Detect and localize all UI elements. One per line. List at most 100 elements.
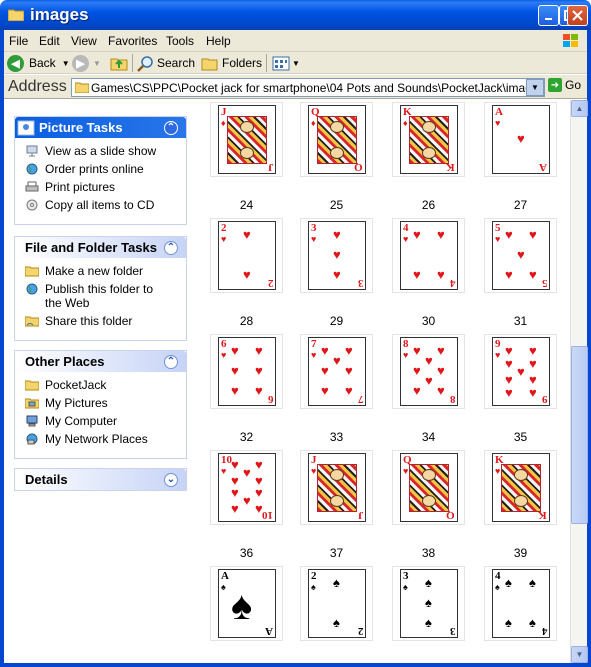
file-folder-tasks-header[interactable]: File and Folder Tasks ⌃ bbox=[15, 237, 186, 258]
thumbnail-item[interactable]: 4 ♠ 4 ♠ ♠ ♠ ♠ bbox=[484, 566, 557, 641]
thumbnail-item[interactable]: K ♦ K bbox=[392, 102, 465, 177]
search-button[interactable]: Search bbox=[137, 54, 195, 72]
menu-help[interactable]: Help bbox=[206, 34, 231, 48]
thumbnail-label[interactable]: 35 bbox=[484, 430, 557, 444]
card-rank: J bbox=[357, 509, 364, 521]
task-order-prints[interactable]: Order prints online bbox=[25, 162, 186, 176]
thumbnail-item[interactable]: 10 ♥ 10 ♥ ♥ ♥ ♥ ♥ ♥ ♥ ♥ ♥ ♥ bbox=[210, 450, 283, 525]
card-suit: ♥ bbox=[403, 466, 409, 476]
thumbnail-label[interactable]: 33 bbox=[300, 430, 373, 444]
task-make-new-folder[interactable]: Make a new folder bbox=[25, 264, 186, 278]
thumbnail-item[interactable]: 7 ♥ 7 ♥ ♥ ♥ ♥ ♥ ♥ ♥ bbox=[300, 334, 373, 409]
thumbnail-item[interactable]: 6 ♥ 6 ♥ ♥ ♥ ♥ ♥ ♥ bbox=[210, 334, 283, 409]
menu-edit[interactable]: Edit bbox=[39, 34, 60, 48]
card-pip: ♥ bbox=[505, 267, 513, 282]
place-my-pictures[interactable]: My Pictures bbox=[25, 396, 186, 410]
forward-button[interactable]: ▶ ▼ bbox=[72, 54, 101, 72]
thumbnail-item[interactable]: A ♥ A ♥ bbox=[484, 102, 557, 177]
card-rank: 3 bbox=[311, 222, 317, 234]
thumbnail-item[interactable]: Q ♥ Q bbox=[392, 450, 465, 525]
thumbnail-label[interactable]: 38 bbox=[392, 546, 465, 560]
face-head bbox=[330, 147, 344, 159]
thumbnail-label[interactable]: 27 bbox=[484, 198, 557, 212]
expand-icon[interactable]: ⌄ bbox=[164, 472, 178, 487]
place-my-network-places[interactable]: My Network Places bbox=[25, 432, 186, 446]
thumbnail-item[interactable]: 4 ♥ 4 ♥ ♥ ♥ ♥ bbox=[392, 218, 465, 293]
thumbnail-label[interactable]: 31 bbox=[484, 314, 557, 328]
title-bar[interactable]: images bbox=[0, 0, 591, 30]
globe-icon bbox=[26, 283, 38, 295]
thumbnail-item[interactable]: 2 ♠ 2 ♠ ♠ bbox=[300, 566, 373, 641]
card-pip: ♥ bbox=[437, 383, 445, 398]
task-copy-to-cd[interactable]: Copy all items to CD bbox=[25, 198, 186, 212]
card-pip: ♥ bbox=[243, 227, 251, 242]
card-pip: ♥ bbox=[437, 227, 445, 242]
task-share-folder[interactable]: Share this folder bbox=[25, 314, 186, 328]
task-print-pictures[interactable]: Print pictures bbox=[25, 180, 186, 194]
menu-tools[interactable]: Tools bbox=[166, 34, 194, 48]
card-pip: ♥ bbox=[321, 343, 329, 358]
menu-file[interactable]: File bbox=[9, 34, 28, 48]
back-button[interactable]: ◀ Back ▼ bbox=[7, 54, 70, 72]
other-places-header[interactable]: Other Places ⌃ bbox=[15, 351, 186, 372]
my-pictures-icon bbox=[25, 398, 39, 409]
address-dropdown-button[interactable]: ▼ bbox=[526, 79, 544, 96]
window-title: images bbox=[30, 5, 89, 24]
vertical-scrollbar[interactable]: ▲ ▼ bbox=[570, 100, 588, 663]
task-publish-folder[interactable]: Publish this folder to the Web bbox=[25, 282, 186, 310]
close-button[interactable] bbox=[567, 5, 588, 26]
thumbnail-label[interactable]: 25 bbox=[300, 198, 373, 212]
thumbnail-item[interactable]: 3 ♠ 3 ♠ ♠ ♠ bbox=[392, 566, 465, 641]
folder-icon bbox=[25, 380, 39, 391]
card-pip: ♥ bbox=[413, 383, 421, 398]
up-folder-button[interactable] bbox=[110, 54, 128, 72]
thumbnail-item[interactable]: Q ♦ Q bbox=[300, 102, 373, 177]
menu-favorites[interactable]: Favorites bbox=[108, 34, 157, 48]
thumbnail-label[interactable]: 30 bbox=[392, 314, 465, 328]
menu-view[interactable]: View bbox=[71, 34, 97, 48]
scroll-up-button[interactable]: ▲ bbox=[571, 100, 588, 117]
card-image: 4 ♠ 4 ♠ ♠ ♠ ♠ bbox=[492, 569, 550, 638]
collapse-icon[interactable]: ⌃ bbox=[164, 354, 178, 369]
thumbnail-item[interactable]: 5 ♥ 5 ♥ ♥ ♥ ♥ ♥ bbox=[484, 218, 557, 293]
thumbnail-label[interactable]: 24 bbox=[210, 198, 283, 212]
picture-tasks-header[interactable]: Picture Tasks ⌃ bbox=[15, 117, 186, 138]
thumbnail-item[interactable]: K ♥ K bbox=[484, 450, 557, 525]
details-header[interactable]: Details ⌄ bbox=[15, 469, 186, 490]
thumbnail-item[interactable]: 9 ♥ 9 ♥ ♥ ♥ ♥ ♥ ♥ ♥ ♥ ♥ bbox=[484, 334, 557, 409]
card-suit: ♥ bbox=[403, 350, 409, 360]
go-button[interactable]: ➜ Go bbox=[548, 78, 581, 92]
place-my-computer[interactable]: My Computer bbox=[25, 414, 186, 428]
card-rank: 3 bbox=[403, 570, 409, 582]
minimize-button[interactable] bbox=[538, 5, 559, 26]
thumbnail-item[interactable]: 3 ♥ 3 ♥ ♥ ♥ bbox=[300, 218, 373, 293]
scroll-thumb[interactable] bbox=[571, 346, 588, 524]
collapse-icon[interactable]: ⌃ bbox=[164, 120, 178, 135]
collapse-icon[interactable]: ⌃ bbox=[164, 240, 178, 255]
thumbnail-label[interactable]: 32 bbox=[210, 430, 283, 444]
face-card-art bbox=[227, 116, 267, 164]
thumbnail-item[interactable]: 2 ♥ 2 ♥ ♥ bbox=[210, 218, 283, 293]
thumbnail-item[interactable]: J ♦ J bbox=[210, 102, 283, 177]
scroll-down-button[interactable]: ▼ bbox=[571, 646, 588, 663]
thumbnail-label[interactable]: 37 bbox=[300, 546, 373, 560]
back-dropdown-icon[interactable]: ▼ bbox=[62, 59, 70, 68]
thumbnail-item[interactable]: 8 ♥ 8 ♥ ♥ ♥ ♥ ♥ ♥ ♥ ♥ bbox=[392, 334, 465, 409]
thumbnail-label[interactable]: 29 bbox=[300, 314, 373, 328]
forward-dropdown-icon[interactable]: ▼ bbox=[93, 59, 101, 68]
thumbnail-label[interactable]: 26 bbox=[392, 198, 465, 212]
thumbnail-label[interactable]: 28 bbox=[210, 314, 283, 328]
card-rank: 3 bbox=[357, 277, 364, 289]
thumbnail-label[interactable]: 39 bbox=[484, 546, 557, 560]
address-input[interactable]: Games\CS\PPC\Pocket jack for smartphone\… bbox=[71, 78, 545, 97]
face-card-art bbox=[409, 116, 449, 164]
thumbnail-item[interactable]: J ♥ J bbox=[300, 450, 373, 525]
thumbnail-label[interactable]: 34 bbox=[392, 430, 465, 444]
thumbnail-item[interactable]: A ♠ A ♠ bbox=[210, 566, 283, 641]
card-pip: ♥ bbox=[517, 364, 525, 379]
views-button[interactable]: ▼ bbox=[272, 54, 300, 72]
folders-button[interactable]: Folders bbox=[201, 54, 262, 72]
task-view-slideshow[interactable]: View as a slide show bbox=[25, 144, 186, 158]
thumbnail-label[interactable]: 36 bbox=[210, 546, 283, 560]
place-pocketjack[interactable]: PocketJack bbox=[25, 378, 186, 392]
